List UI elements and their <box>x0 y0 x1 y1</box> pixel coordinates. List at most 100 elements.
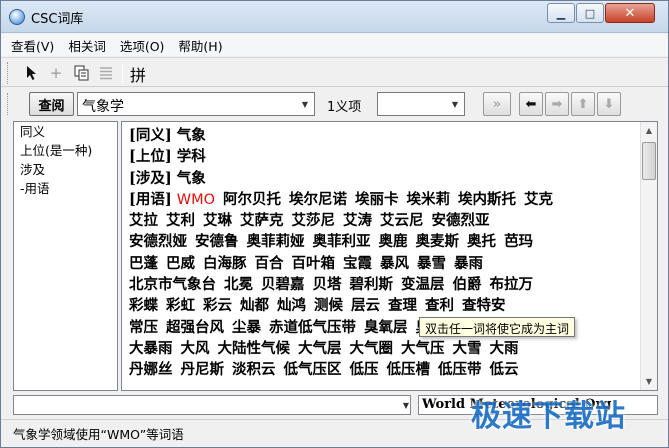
term-word[interactable]: 宝霞 <box>343 255 372 272</box>
term-word[interactable]: 淡积云 <box>232 361 276 378</box>
back-button[interactable]: ⬅ <box>519 92 543 116</box>
term-word[interactable]: 赤道低气压带 <box>269 319 356 336</box>
down-button[interactable]: ⬇ <box>597 92 621 116</box>
term-word[interactable]: 艾利 <box>166 212 195 229</box>
menu-view[interactable]: 查看(V) <box>11 36 54 55</box>
term-word[interactable]: 层云 <box>351 297 380 314</box>
sense-select[interactable]: ▼ <box>377 92 465 116</box>
minimize-button[interactable]: ▁ <box>547 3 575 23</box>
term-word[interactable]: 超强台风 <box>166 319 224 336</box>
term-word[interactable]: 低压 <box>350 361 379 378</box>
term-word[interactable]: 白海豚 <box>203 255 247 272</box>
next-button[interactable]: ➡ <box>545 92 569 116</box>
result-panel[interactable]: [同义] 气象 [上位] 学科 [涉及] 气象 [用语] WMO 阿尔贝托 埃尔尼诺… <box>121 121 658 391</box>
forward-history-button[interactable]: » <box>483 92 511 116</box>
definition-field[interactable] <box>13 395 411 415</box>
term-word[interactable]: 奥鹿 <box>379 233 408 250</box>
term-word[interactable]: 艾云尼 <box>380 212 424 229</box>
menu-help[interactable]: 帮助(H) <box>178 36 222 55</box>
term-word[interactable]: 伯爵 <box>453 276 482 293</box>
term-word[interactable]: 丹娜丝 <box>129 361 173 378</box>
toolbar-grip[interactable] <box>7 62 10 84</box>
add-button[interactable]: + <box>45 62 67 84</box>
scroll-thumb[interactable] <box>642 142 656 180</box>
term-word[interactable]: 暴雪 <box>417 255 446 272</box>
term-word[interactable]: 奥菲利亚 <box>313 233 371 250</box>
term-word[interactable]: 埃米莉 <box>407 191 451 208</box>
term-word[interactable]: 埃内斯托 <box>458 191 516 208</box>
term-word[interactable]: 北冕 <box>224 276 253 293</box>
term-word[interactable]: 芭玛 <box>504 233 533 250</box>
term-word[interactable]: 大气压 <box>401 340 445 357</box>
term-word[interactable]: 大陆性气候 <box>218 340 291 357</box>
hypernym-word[interactable]: 学科 <box>177 148 206 165</box>
term-word[interactable]: 艾琳 <box>203 212 232 229</box>
term-word[interactable]: 查利 <box>425 297 454 314</box>
term-word[interactable]: 巴威 <box>166 255 195 272</box>
term-word[interactable]: 贝碧嘉 <box>261 276 305 293</box>
scroll-down-icon[interactable]: ▼ <box>641 373 657 390</box>
lookup-button[interactable]: 查阅 <box>29 92 74 116</box>
term-word[interactable]: 大雨 <box>490 340 519 357</box>
term-word[interactable]: 碧利斯 <box>350 276 394 293</box>
related-word[interactable]: 气象 <box>177 170 206 187</box>
term-highlighted[interactable]: WMO <box>177 192 215 208</box>
term-word[interactable]: 百叶箱 <box>292 255 336 272</box>
term-word[interactable]: 低云 <box>490 361 519 378</box>
term-word[interactable]: 测候 <box>314 297 343 314</box>
term-word[interactable]: 巴蓬 <box>129 255 158 272</box>
term-word[interactable]: 埃丽卡 <box>355 191 399 208</box>
term-word[interactable]: 安德鲁 <box>195 233 239 250</box>
pointer-button[interactable] <box>21 62 43 84</box>
term-word[interactable]: 灿鸿 <box>277 297 306 314</box>
chevron-down-icon[interactable]: ▼ <box>447 94 463 114</box>
term-word[interactable]: 彩虹 <box>166 297 195 314</box>
term-word[interactable]: 丹尼斯 <box>181 361 225 378</box>
term-word[interactable]: 奥托 <box>467 233 496 250</box>
term-word[interactable]: 大雪 <box>453 340 482 357</box>
relation-synonym[interactable]: 同义 <box>14 122 117 141</box>
relation-hypernym[interactable]: 上位(是一种) <box>14 141 117 160</box>
close-button[interactable]: ✕ <box>605 3 655 23</box>
term-word[interactable]: 艾萨克 <box>240 212 284 229</box>
term-word[interactable]: 常压 <box>129 319 158 336</box>
synonym-word[interactable]: 气象 <box>177 127 206 144</box>
term-word[interactable]: 安德烈娅 <box>129 233 187 250</box>
term-word[interactable]: 变温层 <box>401 276 445 293</box>
term-word[interactable]: 低压带 <box>438 361 482 378</box>
term-word[interactable]: 艾莎尼 <box>292 212 336 229</box>
term-word[interactable]: 奥菲莉娅 <box>247 233 305 250</box>
toolbar-grip[interactable] <box>7 93 10 115</box>
term-word[interactable]: 安德烈亚 <box>432 212 490 229</box>
pinyin-button[interactable]: 拼 <box>130 62 146 86</box>
copy-button[interactable] <box>71 62 93 84</box>
list-button[interactable] <box>95 62 117 84</box>
term-word[interactable]: 百合 <box>255 255 284 272</box>
term-word[interactable]: 低气压区 <box>284 361 342 378</box>
term-word[interactable]: 大气圈 <box>350 340 394 357</box>
maximize-button[interactable]: □ <box>576 3 604 23</box>
term-word[interactable]: 臭氧层 <box>364 319 408 336</box>
term-word[interactable]: 贝塔 <box>313 276 342 293</box>
chevron-down-icon[interactable]: ▼ <box>399 397 413 413</box>
term-word[interactable]: 暴雨 <box>454 255 483 272</box>
title-bar[interactable]: CSC词库 ▁ □ ✕ <box>1 1 668 33</box>
term-word[interactable]: 查理 <box>388 297 417 314</box>
vertical-scrollbar[interactable]: ▲ ▼ <box>640 122 657 390</box>
relation-list[interactable]: 同义 上位(是一种) 涉及 -用语 <box>13 121 118 391</box>
search-input[interactable]: 气象学 ▼ <box>77 92 315 116</box>
menu-options[interactable]: 选项(O) <box>120 36 165 55</box>
term-word[interactable]: 艾涛 <box>343 212 372 229</box>
term-word[interactable]: 灿都 <box>240 297 269 314</box>
term-word[interactable]: 低压槽 <box>387 361 431 378</box>
chevron-down-icon[interactable]: ▼ <box>297 94 313 114</box>
term-word[interactable]: 大暴雨 <box>129 340 173 357</box>
scroll-up-icon[interactable]: ▲ <box>641 122 657 139</box>
up-button[interactable]: ⬆ <box>571 92 595 116</box>
term-word[interactable]: 阿尔贝托 <box>223 191 281 208</box>
term-word[interactable]: 大气层 <box>298 340 342 357</box>
term-word[interactable]: 布拉万 <box>490 276 534 293</box>
term-word[interactable]: 北京市气象台 <box>129 276 216 293</box>
relation-terms[interactable]: -用语 <box>14 179 117 198</box>
term-word[interactable]: 彩云 <box>203 297 232 314</box>
